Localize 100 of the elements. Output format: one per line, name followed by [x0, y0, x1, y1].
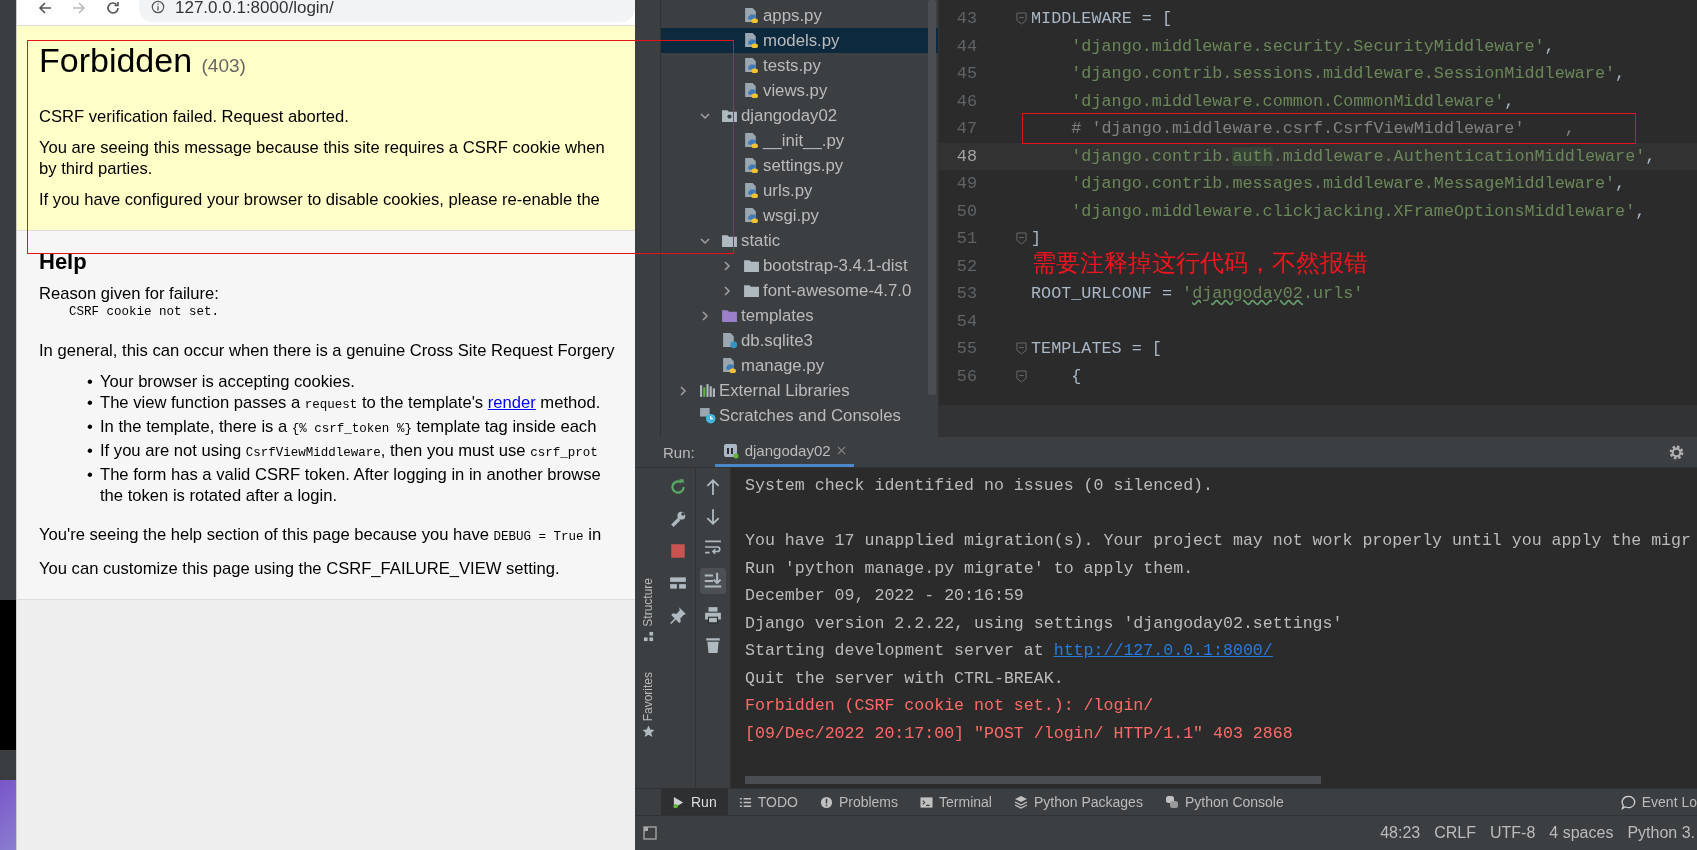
python-icon: [1164, 795, 1179, 809]
python-file-icon: [721, 357, 738, 374]
console-line: Run 'python manage.py migrate' to apply them.: [745, 557, 1195, 580]
scroll-to-end-icon[interactable]: [700, 568, 726, 594]
close-icon[interactable]: [836, 446, 846, 455]
tree-item[interactable]: templates: [661, 303, 938, 328]
rerun-icon[interactable]: [669, 478, 687, 496]
code-line: ]: [1031, 229, 1042, 249]
fold-icon[interactable]: [1016, 369, 1027, 383]
tree-item[interactable]: apps.py: [661, 3, 938, 28]
status-item[interactable]: Python 3.: [1627, 824, 1695, 842]
line-number: 49: [955, 174, 977, 194]
scrollbar[interactable]: [745, 776, 1321, 784]
python-file-icon: [743, 182, 760, 199]
python-file-icon: [743, 7, 760, 24]
chevron-right-icon[interactable]: [699, 309, 711, 322]
line-number: 43: [955, 9, 977, 29]
list-item: In the template, there is a {% csrf_token %} template tag inside each: [100, 416, 597, 438]
settings-icon[interactable]: [1668, 443, 1685, 461]
terminal-icon: [920, 795, 934, 809]
paragraph: You're seeing the help section of this page because you have DEBUG = True in: [39, 524, 603, 546]
tree-item[interactable]: bootstrap-3.4.1-dist: [661, 253, 938, 278]
server-link[interactable]: http://127.0.0.1:8000/: [1053, 641, 1273, 660]
address-bar[interactable]: 127.0.0.1:8000/login/: [139, 0, 635, 22]
page-title: Forbidden (403): [39, 40, 247, 81]
list-item: The form has a valid CSRF token. After logging in in another browse the token is rotated after a login.: [100, 464, 601, 506]
side-tab[interactable]: Structure: [641, 578, 655, 642]
error-message: CSRF verification failed. Request aborted.: [39, 106, 350, 127]
layout-icon[interactable]: [669, 574, 687, 592]
tree-item[interactable]: tests.py: [661, 53, 938, 78]
console-line: Forbidden (CSRF cookie not set.): /login/: [745, 695, 1155, 717]
fold-icon[interactable]: [1016, 342, 1027, 356]
tree-item[interactable]: db.sqlite3: [661, 328, 938, 353]
bullet: •: [87, 392, 94, 414]
paragraph: You can customize this page using the CSRF_FAILURE_VIEW setting.: [39, 558, 561, 579]
paragraph: You are seeing this message because this site requires a CSRF cookie when by third parties.: [39, 137, 606, 179]
line-number: 56: [955, 366, 977, 386]
reason-label: Reason given for failure:: [39, 283, 220, 304]
code-line: 'django.middleware.security.SecurityMiddleware',: [1070, 36, 1555, 56]
status-item[interactable]: UTF-8: [1490, 824, 1536, 842]
python-file-icon: [743, 157, 760, 174]
tree-item[interactable]: static: [661, 228, 938, 253]
folder-icon: [743, 282, 760, 299]
bullet: •: [87, 416, 94, 438]
render-link[interactable]: render: [487, 393, 536, 412]
arrow-down-icon[interactable]: [704, 508, 722, 526]
chevron-right-icon[interactable]: [721, 259, 733, 272]
tool-tab[interactable]: Run: [661, 789, 728, 815]
line-number: 48: [955, 146, 977, 166]
console-line: December 09, 2022 - 20:16:59: [745, 585, 1025, 607]
line-number: 51: [955, 229, 977, 249]
speech-bubble-icon: [1620, 794, 1636, 810]
reload-icon[interactable]: [105, 0, 121, 16]
code-line: ROOT_URLCONF = 'djangoday02.urls': [1031, 284, 1364, 304]
wrench-icon[interactable]: [669, 510, 687, 528]
back-icon[interactable]: [37, 0, 53, 16]
tree-item[interactable]: settings.py: [661, 153, 938, 178]
tool-tab[interactable]: Python Packages: [1002, 789, 1154, 815]
event-log-tab[interactable]: Event Lo: [1609, 789, 1697, 815]
code-line: {: [1070, 366, 1082, 386]
scrollbar[interactable]: [928, 0, 936, 395]
trash-icon[interactable]: [704, 636, 722, 654]
side-tab[interactable]: Favorites: [641, 671, 655, 739]
tree-item[interactable]: urls.py: [661, 178, 938, 203]
status-item[interactable]: 4 spaces: [1549, 824, 1614, 842]
tree-item[interactable]: views.py: [661, 78, 938, 103]
print-icon[interactable]: [704, 606, 722, 624]
tree-item[interactable]: font-awesome-4.7.0: [661, 278, 938, 303]
tool-tab[interactable]: Python Console: [1153, 789, 1295, 815]
line-number: 44: [955, 36, 977, 56]
stop-icon[interactable]: [669, 542, 687, 560]
chevron-right-icon[interactable]: [677, 384, 689, 397]
tree-item[interactable]: models.py: [661, 28, 938, 53]
status-item[interactable]: CRLF: [1434, 824, 1476, 842]
tool-tab[interactable]: TODO: [727, 789, 809, 815]
warning-icon: [819, 795, 833, 809]
panel-toggle-icon[interactable]: [643, 826, 657, 840]
tree-item[interactable]: djangoday02: [661, 103, 938, 128]
run-icon: [672, 795, 685, 809]
pin-icon[interactable]: [669, 606, 687, 624]
line-number: 47: [955, 119, 977, 139]
tree-item[interactable]: manage.py: [661, 353, 938, 378]
fold-icon[interactable]: [1016, 12, 1027, 26]
soft-wrap-icon[interactable]: [704, 538, 722, 556]
tree-item[interactable]: __init__.py: [661, 128, 938, 153]
line-number: 55: [955, 339, 977, 359]
tree-item[interactable]: wsgi.py: [661, 203, 938, 228]
chevron-right-icon[interactable]: [721, 284, 733, 297]
arrow-up-icon[interactable]: [704, 478, 722, 496]
python-file-icon: [743, 207, 760, 224]
list-icon: [738, 795, 752, 809]
tree-item[interactable]: Scratches and Consoles: [661, 403, 938, 428]
fold-icon[interactable]: [1016, 232, 1027, 246]
structure-icon: [642, 630, 654, 642]
tool-tab[interactable]: Problems: [808, 789, 910, 815]
console-line: You have 17 unapplied migration(s). Your project may not work properly until you apply the migr: [745, 530, 1692, 552]
status-item[interactable]: 48:23: [1380, 824, 1421, 842]
code-line: 'django.middleware.clickjacking.XFrameOptionsMiddleware',: [1070, 201, 1646, 221]
tree-item[interactable]: External Libraries: [661, 378, 938, 403]
tool-tab[interactable]: Terminal: [909, 789, 1003, 815]
